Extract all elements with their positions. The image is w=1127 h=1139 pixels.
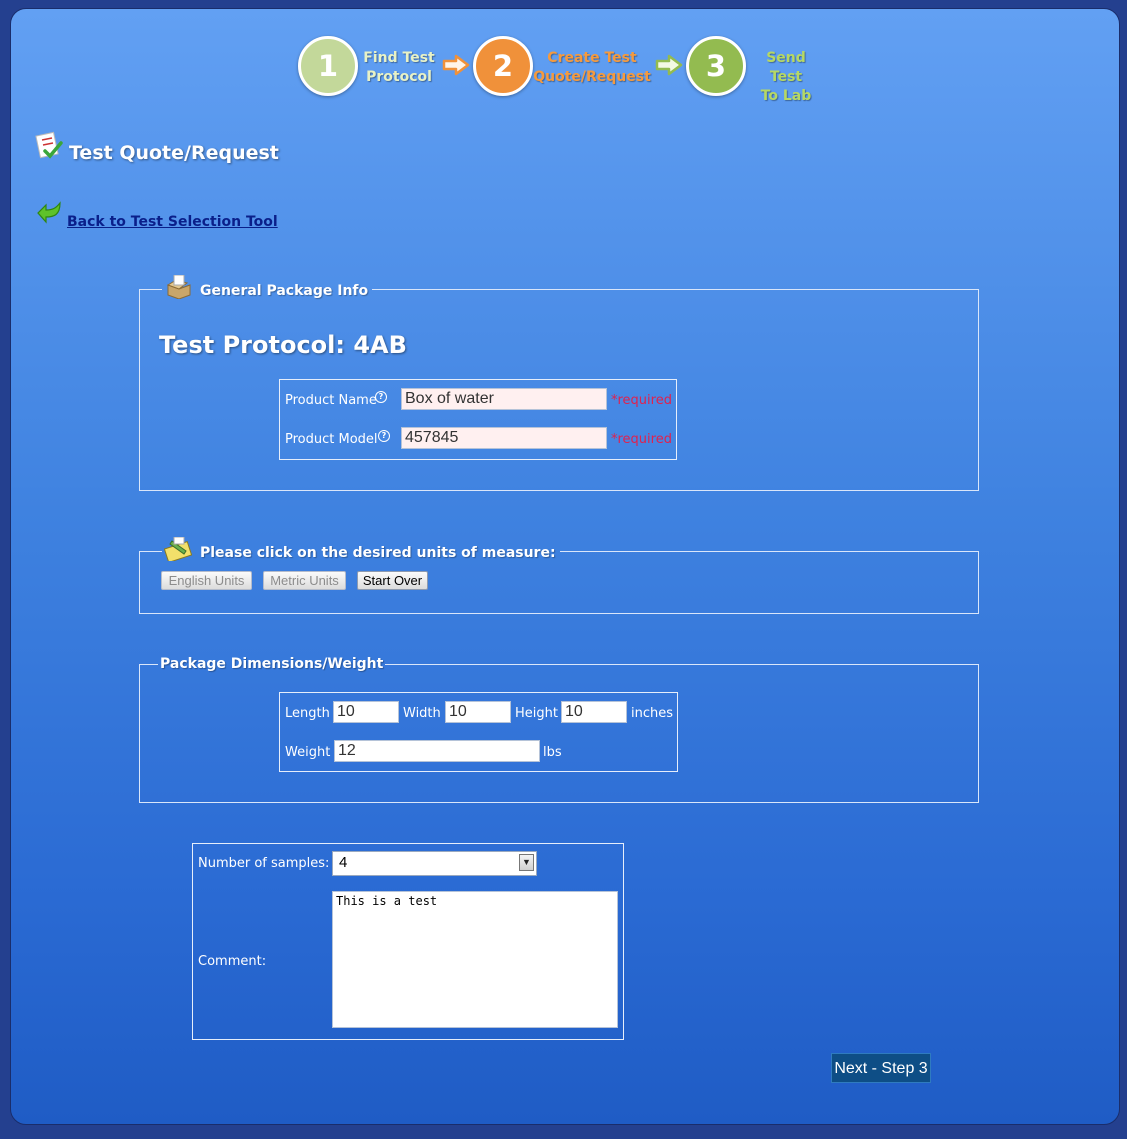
english-units-button[interactable]: English Units	[161, 571, 252, 590]
help-icon[interactable]: ?	[375, 391, 387, 403]
next-step-3-button[interactable]: Next - Step 3	[831, 1053, 931, 1083]
back-arrow-icon[interactable]	[36, 199, 66, 225]
height-label: Height	[515, 706, 558, 721]
number-of-samples-select[interactable]: 4 ▼	[332, 851, 537, 876]
width-label: Width	[403, 706, 441, 721]
dimension-unit-label: inches	[631, 706, 674, 721]
product-name-label: Product Name	[285, 393, 377, 408]
metric-units-button[interactable]: Metric Units	[263, 571, 346, 590]
help-icon[interactable]: ?	[378, 430, 390, 442]
step-1-label: Find Test Protocol	[361, 49, 437, 87]
arrow-right-icon	[442, 54, 470, 76]
main-panel: 1 Find Test Protocol 2 Create Test Quote…	[10, 8, 1120, 1125]
step-2-label-line2: Quote/Request	[533, 69, 651, 85]
length-input[interactable]: 10	[333, 701, 399, 723]
back-to-test-selection-link[interactable]: Back to Test Selection Tool	[67, 214, 278, 230]
ruler-pencil-icon	[163, 536, 194, 565]
product-name-required: *required	[611, 393, 672, 408]
units-legend: Please click on the desired units of mea…	[162, 536, 560, 565]
page-title: Test Quote/Request	[69, 142, 279, 164]
units-legend-text: Please click on the desired units of mea…	[200, 545, 556, 561]
step-3-circle: 3	[686, 36, 746, 96]
step-2-label: Create Test Quote/Request	[533, 49, 651, 87]
length-label: Length	[285, 706, 330, 721]
weight-unit-label: lbs	[543, 745, 562, 760]
comment-textarea[interactable]: This is a test	[332, 891, 618, 1028]
product-model-input[interactable]: 457845	[401, 427, 607, 449]
open-box-icon	[164, 274, 194, 303]
height-input[interactable]: 10	[561, 701, 627, 723]
comment-label: Comment:	[198, 954, 267, 969]
test-protocol-heading: Test Protocol: 4AB	[159, 331, 407, 359]
number-of-samples-value: 4	[339, 854, 348, 871]
general-package-info-legend-text: General Package Info	[200, 283, 369, 299]
step-3-label: Send Test To Lab	[749, 49, 823, 106]
step-3-label-line1: Send Test	[766, 50, 806, 85]
weight-input[interactable]: 12	[334, 740, 540, 762]
width-input[interactable]: 10	[445, 701, 511, 723]
product-name-input[interactable]: Box of water	[401, 388, 607, 410]
product-model-label: Product Model	[285, 432, 378, 447]
weight-label: Weight	[285, 745, 331, 760]
step-3-label-line2: To Lab	[760, 88, 812, 104]
general-package-info-legend: General Package Info	[162, 274, 372, 303]
step-1-label-line2: Protocol	[366, 69, 432, 85]
number-of-samples-label: Number of samples:	[198, 856, 330, 871]
step-2-circle: 2	[473, 36, 533, 96]
step-1-label-line1: Find Test	[363, 50, 435, 66]
start-over-button[interactable]: Start Over	[357, 571, 428, 590]
dimensions-legend: Package Dimensions/Weight	[160, 656, 384, 672]
arrow-right-icon	[655, 54, 683, 76]
chevron-down-icon[interactable]: ▼	[519, 854, 534, 871]
step-1-circle: 1	[298, 36, 358, 96]
step-2-label-line1: Create Test	[547, 50, 637, 66]
product-model-required: *required	[611, 432, 672, 447]
checklist-icon	[35, 131, 63, 159]
